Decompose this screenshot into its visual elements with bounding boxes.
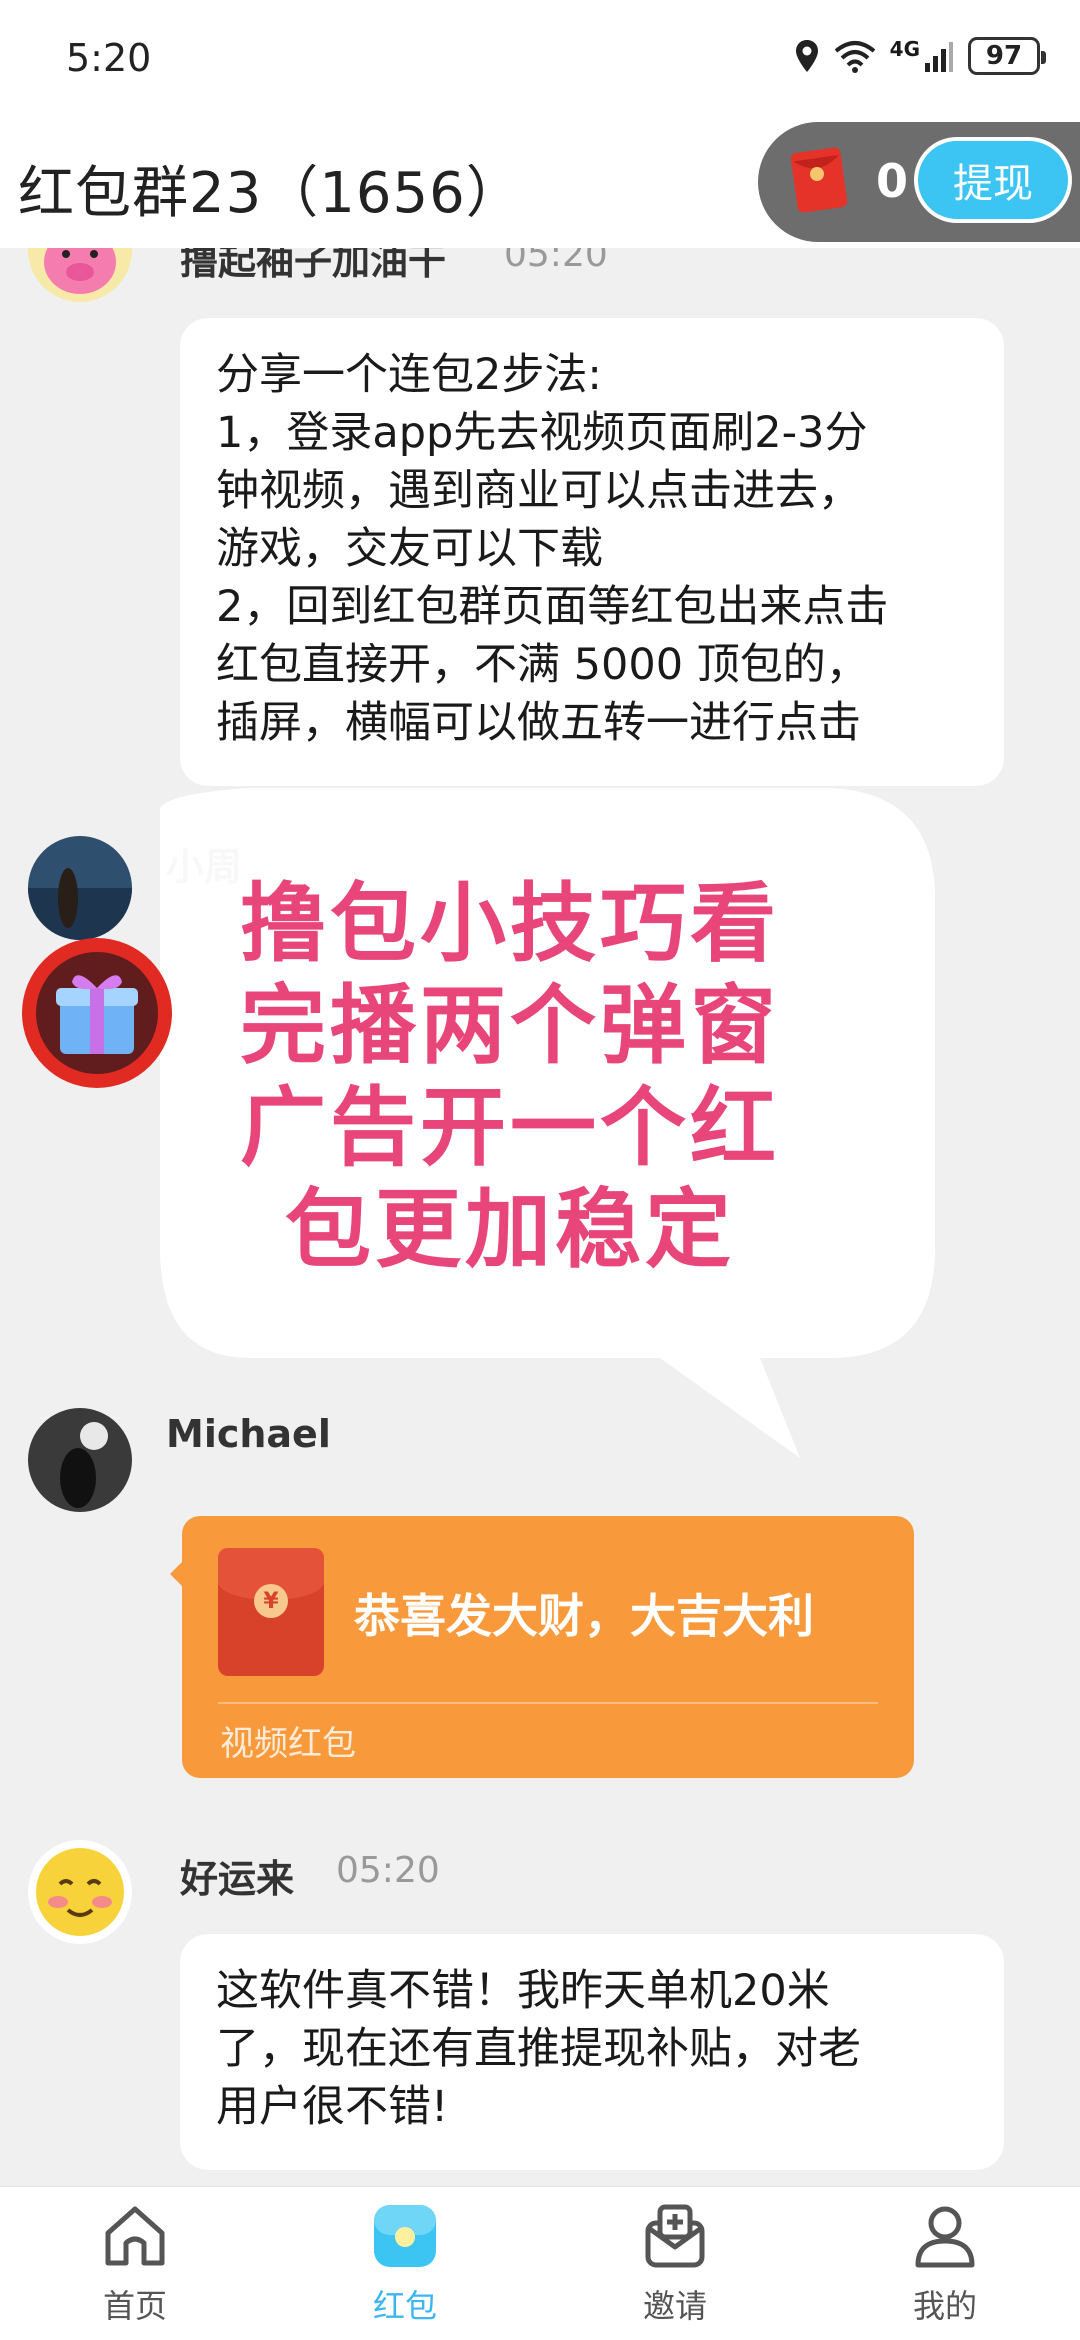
message-line: 分享一个连包2步法: (216, 350, 602, 400)
smiley-avatar-icon (28, 1840, 132, 1944)
yuan-coin-icon: ¥ (254, 1584, 288, 1618)
message-time: 05:20 (504, 248, 608, 275)
message-bubble[interactable]: 这软件真不错！我昨天单机20米 了，现在还有直推提现补贴，对老 用户很不错! (180, 1934, 1004, 2170)
nav-invite[interactable]: 邀请 (540, 2187, 810, 2340)
battery-icon: 97 (968, 37, 1046, 75)
nav-home[interactable]: 首页 (0, 2187, 270, 2340)
promo-line: 完播两个弹窗 (240, 976, 780, 1076)
message-line: 红包直接开，不满 5000 顶包的， (216, 640, 869, 690)
signal-icon (925, 42, 953, 72)
bottom-nav: 首页 红包 邀请 我的 (0, 2186, 1080, 2340)
message-line: 插屏，横幅可以做五转一进行点击 (216, 698, 861, 748)
red-packet-icon: ¥ (218, 1548, 324, 1676)
message-line: 1，登录app先去视频页面刷2-3分 (216, 408, 868, 458)
wallet-count: 0 (876, 154, 909, 208)
sea-avatar-icon (28, 836, 132, 940)
gift-box-icon (56, 975, 138, 1054)
status-bar: 5:20 4G 97 (0, 0, 1080, 118)
red-packet-message[interactable]: ¥ 恭喜发大财，大吉大利 视频红包 (170, 1516, 914, 1778)
nav-red-packet[interactable]: 红包 (270, 2187, 540, 2340)
nav-label: 我的 (912, 2287, 977, 2325)
message-line: 这软件真不错！我昨天单机20米 (216, 1966, 830, 2016)
sender-name: 撸起袖子加油干 (180, 248, 447, 283)
chat-list[interactable]: 撸起袖子加油干 05:20 分享一个连包2步法: 1，登录app先去视频页面刷2… (0, 248, 1080, 2186)
promo-line: 包更加稳定 (285, 1180, 735, 1280)
wifi-icon (834, 41, 875, 73)
promo-line: 广告开一个红 (240, 1078, 780, 1178)
red-packet-tab-icon (374, 2205, 436, 2267)
message-line: 游戏，交友可以下载 (216, 524, 603, 574)
promo-text: 撸包小技巧看 完播两个弹窗 广告开一个红 包更加稳定 (160, 873, 860, 1281)
gift-button[interactable] (22, 938, 172, 1088)
message-line: 2，回到红包群页面等红包出来点击 (216, 582, 889, 632)
page-title: 红包群23（1656） (18, 161, 523, 226)
avatar[interactable] (28, 248, 132, 302)
nav-profile[interactable]: 我的 (810, 2187, 1080, 2340)
nav-label: 红包 (372, 2287, 437, 2325)
red-packet-type: 视频红包 (220, 1724, 356, 1764)
status-time: 5:20 (66, 36, 152, 80)
silhouette-avatar-icon (28, 1408, 132, 1512)
sender-name: 好运来 (180, 1857, 295, 1901)
invite-icon (645, 2204, 705, 2268)
pig-avatar-icon (28, 248, 132, 302)
profile-icon (915, 2206, 975, 2268)
red-packet-greeting: 恭喜发大财，大吉大利 (354, 1589, 814, 1643)
home-icon (105, 2206, 165, 2266)
nav-label: 首页 (102, 2287, 167, 2325)
withdraw-button[interactable]: 提现 (914, 137, 1072, 223)
red-envelope-icon (790, 147, 848, 213)
status-icons: 4G 97 (794, 34, 1046, 78)
message-line: 了，现在还有直推提现补贴，对老 (216, 2024, 861, 2074)
nav-label: 邀请 (642, 2287, 707, 2325)
promo-line: 撸包小技巧看 (240, 874, 780, 974)
wallet-pill[interactable]: 0 提现 (758, 122, 1080, 242)
avatar[interactable] (28, 1408, 132, 1512)
avatar[interactable] (28, 836, 132, 940)
message-line: 用户很不错! (216, 2082, 449, 2132)
message-line: 钟视频，遇到商业可以点击进去， (216, 466, 861, 516)
message-bubble[interactable]: 分享一个连包2步法: 1，登录app先去视频页面刷2-3分 钟视频，遇到商业可以… (180, 318, 1004, 786)
network-label: 4G (889, 37, 920, 61)
location-icon (795, 40, 818, 72)
avatar[interactable] (28, 1840, 132, 1944)
sender-name: Michael (166, 1412, 331, 1456)
chat-header: 红包群23（1656） 0 提现 (0, 118, 1080, 248)
divider (218, 1702, 878, 1704)
message-time: 05:20 (336, 1850, 440, 1891)
